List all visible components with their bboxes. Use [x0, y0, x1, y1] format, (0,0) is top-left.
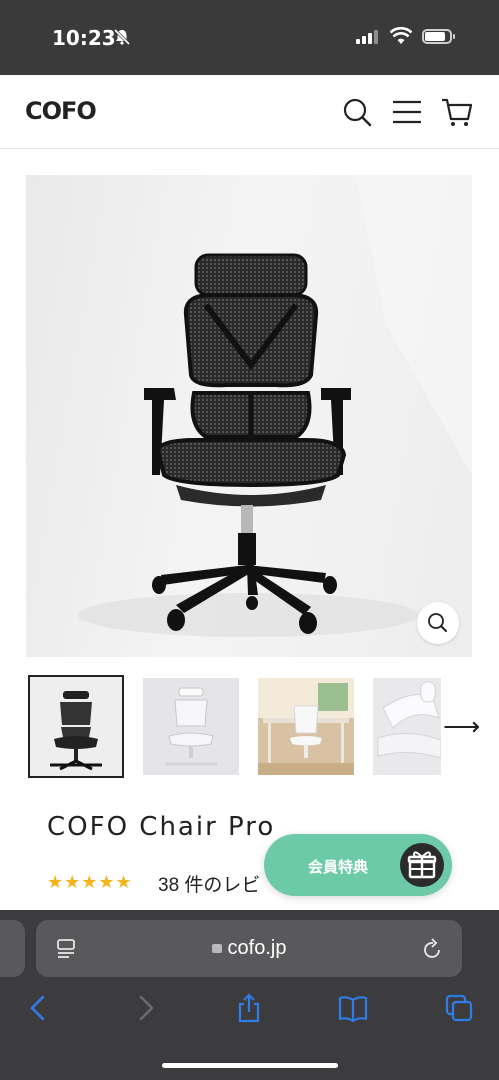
browser-toolbar: cofo.jp — [0, 910, 499, 1080]
wifi-icon — [390, 27, 412, 44]
previous-tab-preview[interactable] — [0, 920, 25, 977]
site-header: COFO — [0, 75, 499, 149]
zoom-icon — [428, 613, 447, 632]
hamburger-icon[interactable] — [390, 95, 424, 129]
status-time: 10:23 — [52, 26, 116, 50]
reload-icon[interactable] — [422, 937, 444, 961]
silent-bell-icon — [113, 28, 131, 46]
cart-icon[interactable] — [440, 95, 474, 129]
site-logo[interactable]: COFO — [25, 97, 97, 125]
product-main-image[interactable] — [26, 175, 472, 657]
thumbnail-gallery: ⟶ — [28, 675, 480, 779]
thumbnail-room-scene[interactable] — [258, 678, 354, 775]
review-count-link[interactable]: 38 件のレビ — [158, 870, 260, 897]
member-benefits-label: 会員特典 — [308, 859, 369, 876]
home-indicator[interactable] — [162, 1063, 338, 1068]
lock-icon — [211, 944, 222, 953]
member-benefits-button[interactable]: 会員特典 — [264, 834, 452, 896]
gift-icon-badge — [400, 843, 444, 887]
thumbnail-next-arrow[interactable]: ⟶ — [443, 711, 480, 742]
back-icon[interactable] — [24, 993, 54, 1023]
thumbnail-white-chair[interactable] — [143, 678, 239, 775]
battery-icon — [422, 29, 455, 44]
thumbnail-black-chair[interactable] — [28, 675, 124, 778]
address-bar[interactable]: cofo.jp — [36, 920, 462, 977]
tabs-icon[interactable] — [444, 993, 474, 1023]
zoom-button[interactable] — [417, 602, 459, 644]
status-bar: 10:23 — [0, 0, 499, 75]
share-icon[interactable] — [234, 993, 264, 1023]
url-display[interactable]: cofo.jp — [36, 937, 462, 960]
product-title: COFO Chair Pro — [47, 812, 276, 842]
search-icon[interactable] — [340, 95, 374, 129]
rating-stars[interactable]: ★★★★★ — [47, 872, 133, 893]
thumbnail-detail[interactable] — [373, 678, 441, 775]
bookmarks-icon[interactable] — [338, 993, 368, 1023]
office-chair-illustration — [78, 175, 472, 637]
forward-icon — [139, 995, 154, 1021]
gift-icon — [407, 851, 437, 879]
url-text: cofo.jp — [227, 937, 287, 959]
